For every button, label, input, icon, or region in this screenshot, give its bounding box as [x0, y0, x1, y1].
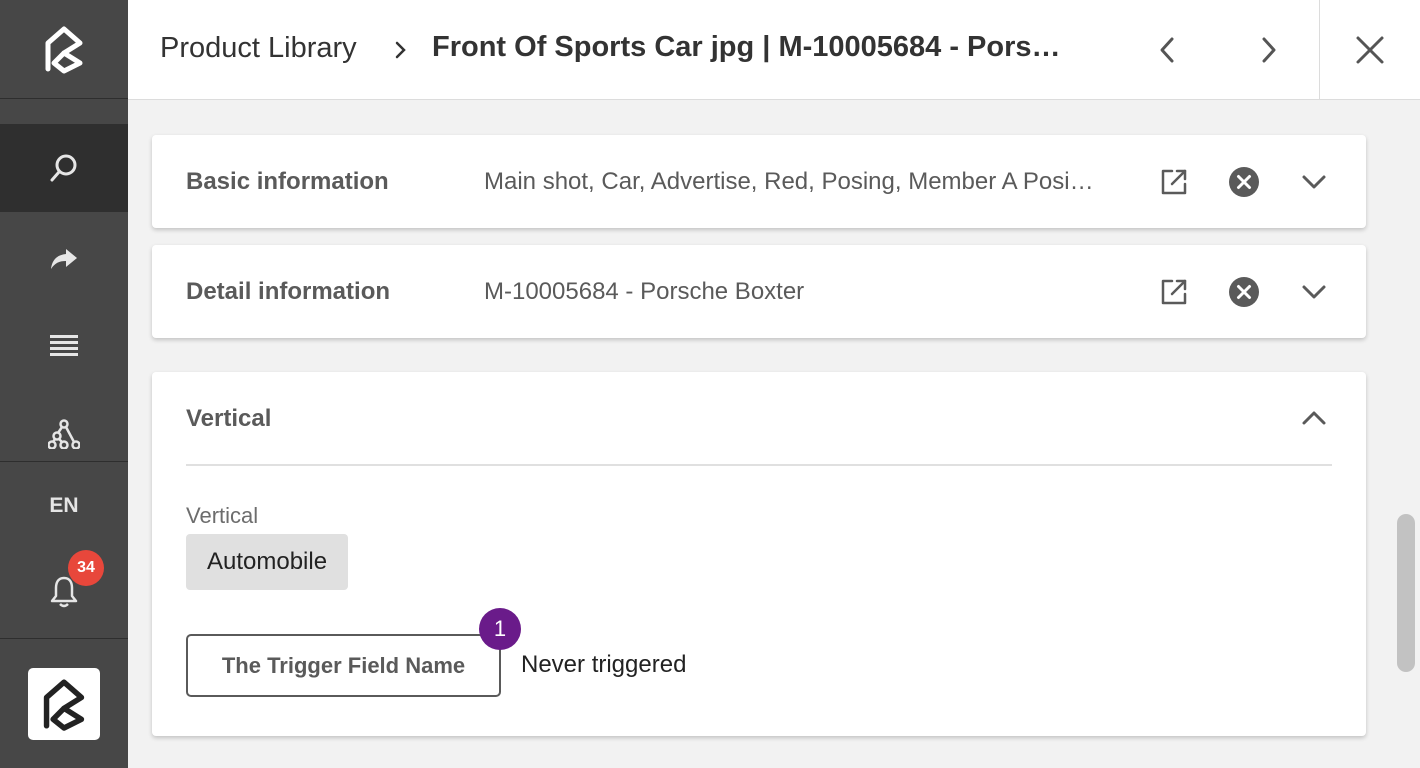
expand-button[interactable] — [1294, 162, 1334, 202]
search-icon — [50, 154, 77, 182]
next-button[interactable] — [1244, 26, 1292, 74]
open-external-icon — [1161, 169, 1187, 195]
clear-button[interactable] — [1224, 272, 1264, 312]
open-external-button[interactable] — [1154, 272, 1194, 312]
sidebar-divider — [0, 638, 128, 639]
chevron-left-icon — [1160, 37, 1174, 63]
sidebar-item-share[interactable] — [0, 236, 128, 282]
previous-button[interactable] — [1144, 26, 1192, 74]
content-area: Basic information Main shot, Car, Advert… — [128, 100, 1390, 768]
sidebar: EN 34 — [0, 0, 128, 768]
trigger-status-text: Never triggered — [521, 651, 687, 678]
vertical-field-label: Vertical — [186, 503, 259, 528]
share-arrow-icon — [51, 249, 77, 269]
breadcrumb-separator-icon — [395, 41, 406, 59]
breadcrumb-current: Front Of Sports Car jpg | M-10005684 - P… — [432, 31, 1072, 63]
notification-count-badge: 34 — [68, 550, 104, 586]
sidebar-item-search[interactable] — [0, 124, 128, 212]
expand-button[interactable] — [1294, 272, 1334, 312]
breadcrumb-root[interactable]: Product Library — [160, 32, 357, 65]
sidebar-item-list[interactable] — [0, 322, 128, 368]
scrollbar-thumb[interactable] — [1397, 514, 1415, 672]
chevron-right-icon — [1262, 37, 1276, 63]
section-vertical: Vertical Vertical Automobile The Trigger… — [152, 372, 1366, 736]
trigger-field-button[interactable]: The Trigger Field Name — [186, 634, 501, 697]
clear-button[interactable] — [1224, 162, 1264, 202]
section-detail-information[interactable]: Detail information M-10005684 - Porsche … — [152, 245, 1366, 338]
chevron-down-icon — [1302, 285, 1326, 299]
app-logo[interactable] — [28, 668, 100, 740]
brand-logo[interactable] — [0, 0, 128, 99]
open-external-icon — [1161, 279, 1187, 305]
collapse-button[interactable] — [1294, 398, 1334, 438]
language-switcher[interactable]: EN — [0, 486, 128, 526]
clear-circle-icon — [1229, 167, 1259, 197]
section-title: Detail information — [186, 278, 391, 305]
header-divider — [1319, 0, 1320, 100]
section-summary: M-10005684 - Porsche Boxter — [484, 278, 805, 305]
clear-circle-icon — [1229, 277, 1259, 307]
close-icon — [1356, 36, 1384, 64]
header: Product Library Front Of Sports Car jpg … — [128, 0, 1420, 100]
section-basic-information[interactable]: Basic information Main shot, Car, Advert… — [152, 135, 1366, 228]
open-external-button[interactable] — [1154, 162, 1194, 202]
vertical-value-chip[interactable]: Automobile — [186, 534, 349, 590]
brand-logo-icon — [45, 26, 83, 74]
trigger-count-badge: 1 — [479, 608, 521, 650]
close-button[interactable] — [1346, 26, 1394, 74]
section-summary: Main shot, Car, Advertise, Red, Posing, … — [484, 168, 1104, 195]
sidebar-divider — [0, 461, 128, 462]
section-title: Basic information — [186, 168, 389, 195]
app-logo-icon — [43, 679, 85, 731]
workflow-tree-icon — [48, 419, 80, 449]
chevron-up-icon — [1302, 411, 1326, 425]
language-label: EN — [49, 494, 79, 517]
sidebar-item-workflow[interactable] — [0, 410, 128, 458]
chevron-down-icon — [1302, 175, 1326, 189]
section-title: Vertical — [186, 405, 272, 432]
section-divider — [186, 464, 1332, 466]
notifications-button[interactable] — [0, 566, 128, 616]
list-icon — [50, 335, 78, 356]
